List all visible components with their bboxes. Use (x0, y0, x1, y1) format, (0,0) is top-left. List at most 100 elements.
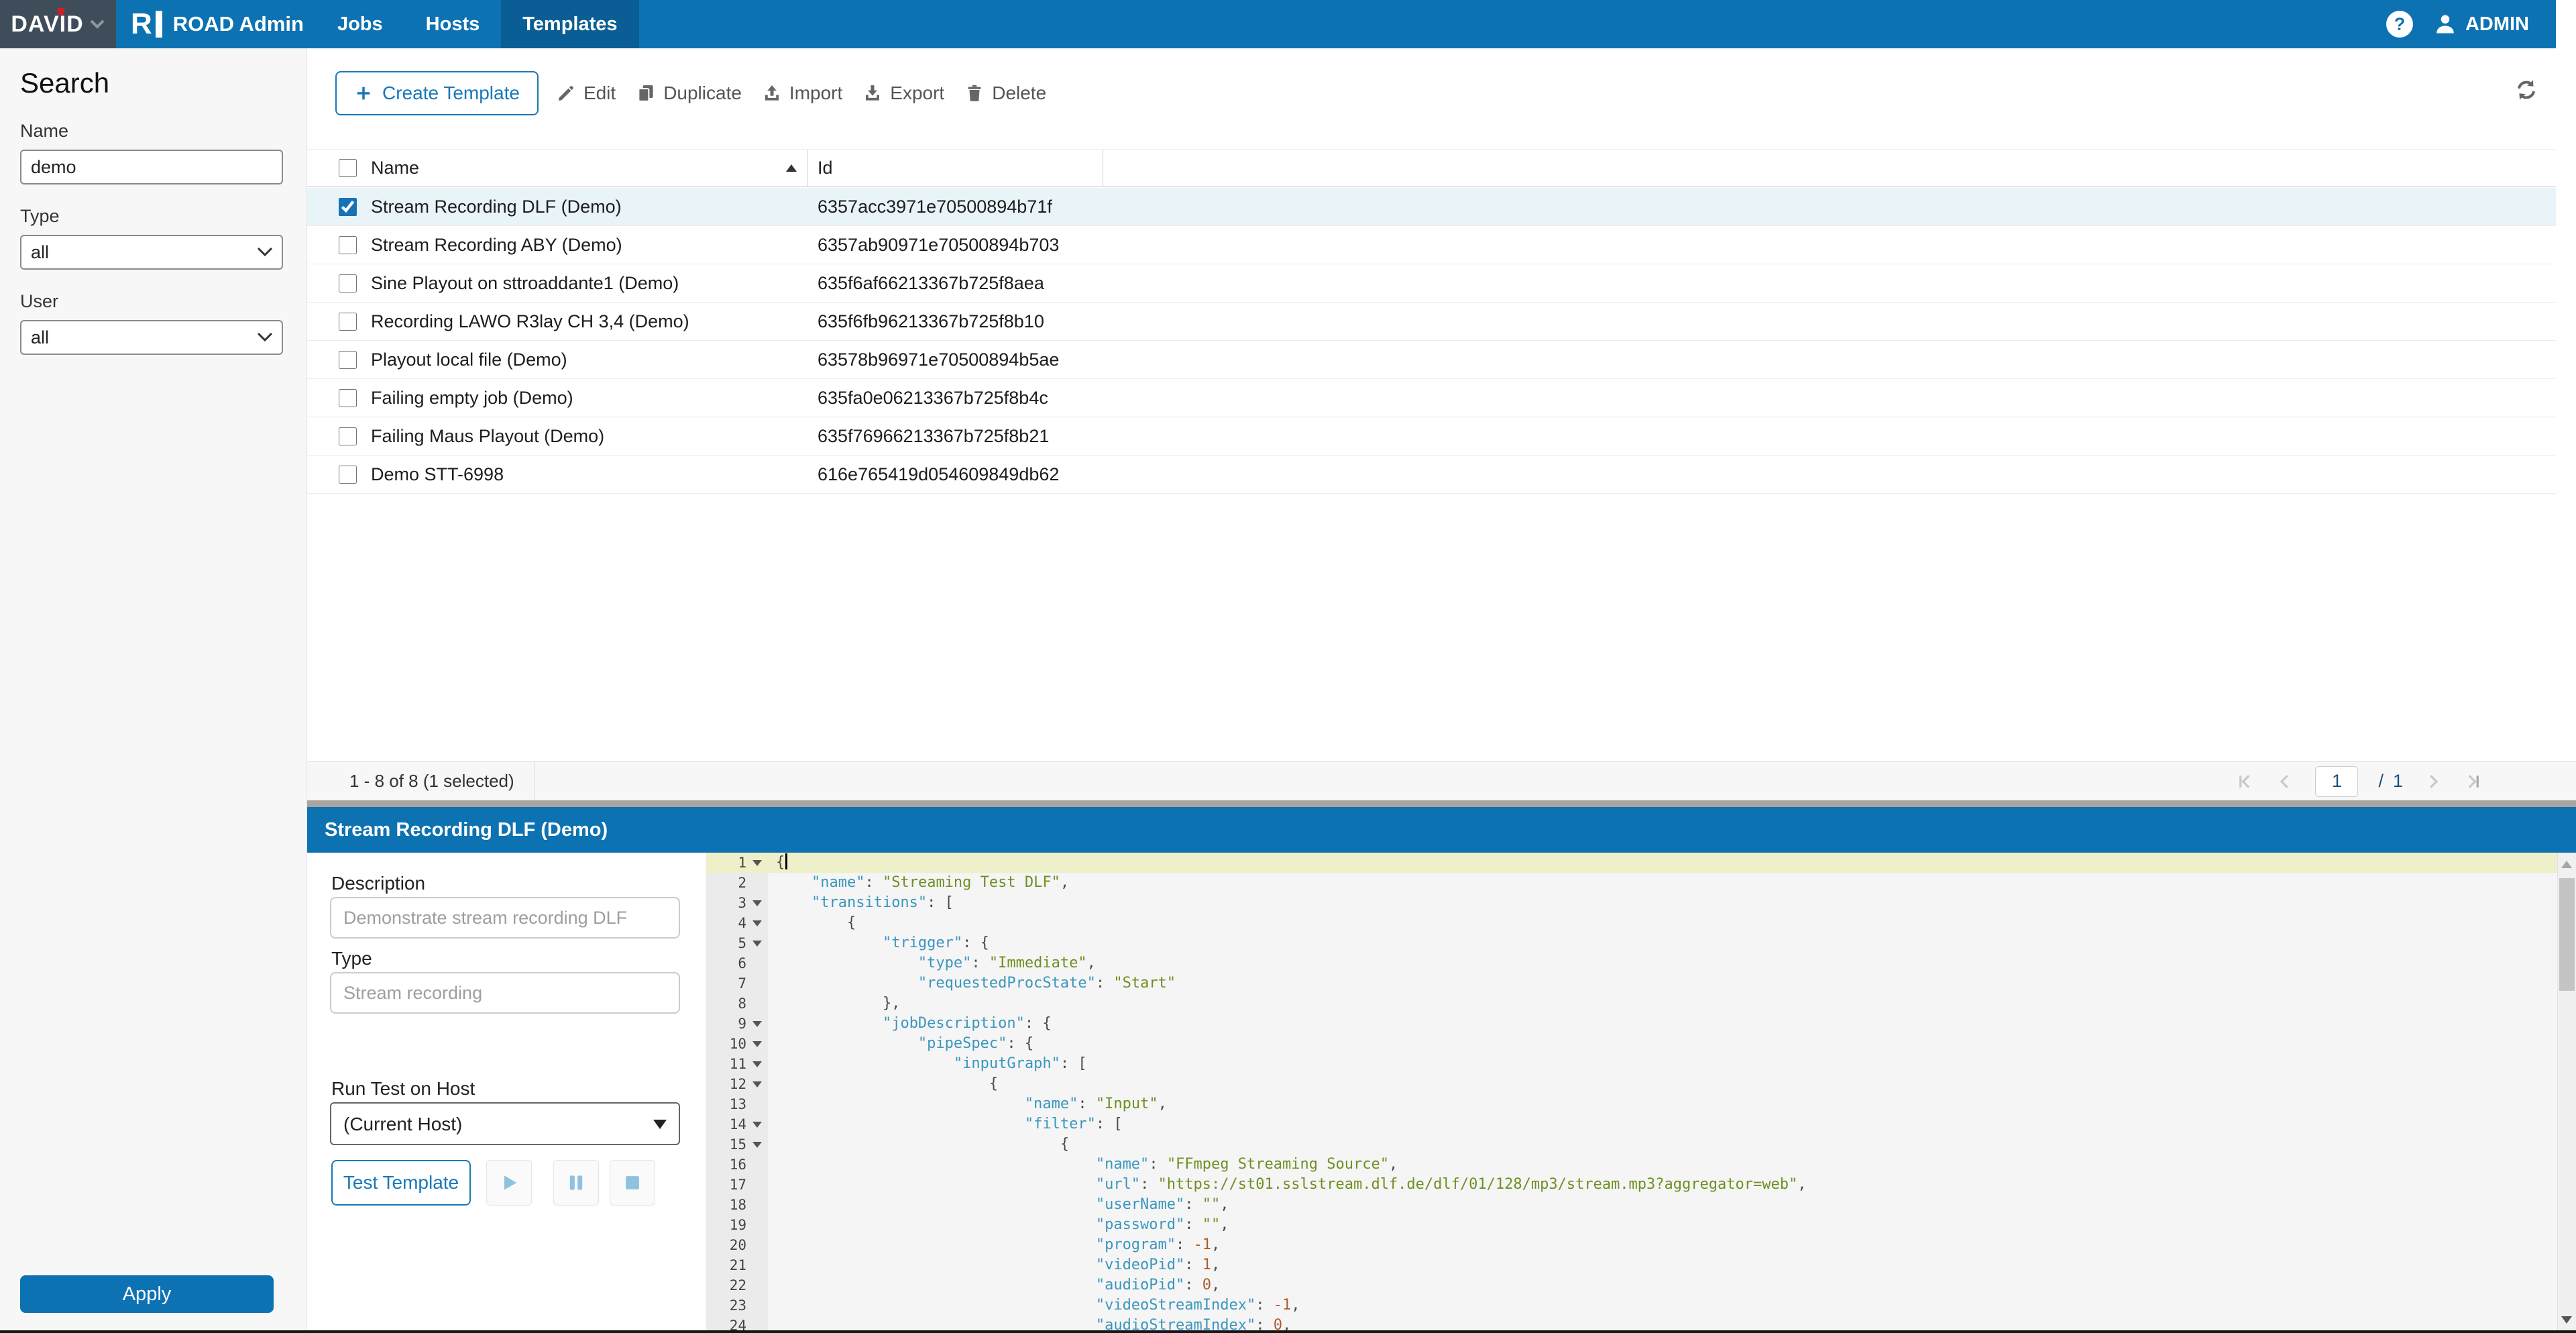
search-title: Search (20, 67, 284, 99)
name-filter-input[interactable] (20, 150, 283, 184)
select-all-cell (307, 159, 371, 177)
toolbar-delete-button[interactable]: Delete (962, 83, 1049, 104)
next-page-button[interactable] (2423, 771, 2443, 792)
code-line[interactable]: 18 "userName": "", (706, 1195, 2557, 1215)
user-menu[interactable]: ADMIN (2433, 12, 2529, 36)
stop-button[interactable] (610, 1160, 655, 1206)
panel-splitter[interactable] (307, 800, 2576, 807)
table-row[interactable]: Stream Recording ABY (Demo)6357ab90971e7… (307, 226, 2576, 264)
fold-icon[interactable] (752, 1021, 762, 1027)
pause-button[interactable] (553, 1160, 599, 1206)
code-line[interactable]: 20 "program": -1, (706, 1235, 2557, 1255)
row-checkbox[interactable] (339, 389, 357, 407)
row-checkbox[interactable] (339, 466, 357, 484)
code-line[interactable]: 1{ (706, 853, 2557, 873)
row-checkbox[interactable] (339, 236, 357, 254)
toolbar-export-button[interactable]: Export (860, 83, 947, 104)
table-row[interactable]: Failing empty job (Demo)635fa0e06213367b… (307, 379, 2576, 417)
help-icon[interactable] (2386, 11, 2413, 38)
create-template-button[interactable]: Create Template (335, 71, 539, 115)
code-line[interactable]: 9 "jobDescription": { (706, 1014, 2557, 1034)
fold-icon[interactable] (752, 1041, 762, 1047)
previous-page-button[interactable] (2275, 771, 2295, 792)
toolbar-duplicate-button[interactable]: Duplicate (633, 83, 744, 104)
table-row[interactable]: Demo STT-6998616e765419d054609849db62 (307, 456, 2576, 494)
toolbar-import-button[interactable]: Import (759, 83, 845, 104)
column-header-id[interactable]: Id (808, 150, 1103, 186)
toolbar-button-label: Duplicate (663, 83, 742, 104)
code-line[interactable]: 2 "name": "Streaming Test DLF", (706, 873, 2557, 893)
code-line[interactable]: 11 "inputGraph": [ (706, 1054, 2557, 1074)
row-checkbox[interactable] (339, 427, 357, 445)
code-line[interactable]: 23 "videoStreamIndex": -1, (706, 1295, 2557, 1316)
last-page-button[interactable] (2463, 771, 2483, 792)
code-line[interactable]: 10 "pipeSpec": { (706, 1034, 2557, 1054)
fold-icon[interactable] (752, 1061, 762, 1067)
refresh-icon[interactable] (2514, 78, 2538, 105)
table-row[interactable]: Sine Playout on sttroaddante1 (Demo)635f… (307, 264, 2576, 303)
code-line[interactable]: 6 "type": "Immediate", (706, 953, 2557, 973)
column-header-name[interactable]: Name (371, 150, 808, 186)
code-line-number: 11 (706, 1054, 768, 1074)
fold-icon[interactable] (752, 920, 762, 926)
code-line[interactable]: 16 "name": "FFmpeg Streaming Source", (706, 1155, 2557, 1175)
david-brand-menu[interactable]: DAVID (0, 0, 116, 48)
row-checkbox[interactable] (339, 313, 357, 331)
user-filter-select[interactable]: all (20, 320, 283, 355)
code-line[interactable]: 14 "filter": [ (706, 1114, 2557, 1134)
row-checkbox[interactable] (339, 351, 357, 369)
code-line[interactable]: 22 "audioPid": 0, (706, 1275, 2557, 1295)
fold-icon[interactable] (752, 1122, 762, 1128)
toolbar-edit-button[interactable]: Edit (553, 83, 618, 104)
select-all-checkbox[interactable] (339, 159, 357, 177)
code-line[interactable]: 7 "requestedProcState": "Start" (706, 973, 2557, 994)
code-line[interactable]: 4 { (706, 913, 2557, 933)
host-select[interactable]: (Current Host) (330, 1102, 680, 1145)
table-row[interactable]: Stream Recording DLF (Demo)6357acc3971e7… (307, 188, 2576, 226)
type-filter-select[interactable]: all (20, 235, 283, 270)
template-type-field[interactable] (330, 972, 680, 1014)
fold-icon[interactable] (752, 1081, 762, 1087)
description-field[interactable] (330, 897, 680, 939)
scroll-down-icon[interactable] (2561, 1316, 2572, 1324)
code-line[interactable]: 5 "trigger": { (706, 933, 2557, 953)
scrollbar-thumb[interactable] (2559, 878, 2575, 991)
code-line[interactable]: 17 "url": "https://st01.sslstream.dlf.de… (706, 1175, 2557, 1195)
fold-icon[interactable] (752, 1142, 762, 1148)
code-line-number: 19 (706, 1215, 768, 1235)
row-checkbox[interactable] (339, 274, 357, 292)
row-name: Stream Recording DLF (Demo) (371, 188, 808, 225)
code-line[interactable]: 15 { (706, 1134, 2557, 1155)
row-name: Recording LAWO R3lay CH 3,4 (Demo) (371, 303, 808, 340)
code-line[interactable]: 12 { (706, 1074, 2557, 1094)
apply-button[interactable]: Apply (20, 1275, 274, 1313)
scroll-up-icon[interactable] (2561, 861, 2572, 868)
row-checkbox[interactable] (339, 198, 357, 216)
play-button[interactable] (486, 1160, 532, 1206)
nav-item-hosts[interactable]: Hosts (404, 0, 502, 48)
code-line[interactable]: 3 "transitions": [ (706, 893, 2557, 913)
code-text: "program": -1, (768, 1235, 1220, 1255)
table-row[interactable]: Playout local file (Demo)63578b96971e705… (307, 341, 2576, 379)
first-page-button[interactable] (2235, 771, 2255, 792)
table-row[interactable]: Recording LAWO R3lay CH 3,4 (Demo)635f6f… (307, 303, 2576, 341)
fold-icon[interactable] (752, 900, 762, 906)
row-name: Failing empty job (Demo) (371, 379, 808, 417)
code-line[interactable]: 24 "audioStreamIndex": 0, (706, 1316, 2557, 1330)
code-line[interactable]: 19 "password": "", (706, 1215, 2557, 1235)
json-code-editor[interactable]: 1{2 "name": "Streaming Test DLF",3 "tran… (706, 853, 2576, 1330)
nav-item-templates[interactable]: Templates (501, 0, 638, 48)
fold-icon[interactable] (752, 860, 762, 866)
code-line[interactable]: 13 "name": "Input", (706, 1094, 2557, 1114)
page-scrollbar-gutter[interactable] (2556, 0, 2576, 761)
code-text: "name": "Input", (768, 1094, 1167, 1114)
fold-icon[interactable] (752, 941, 762, 947)
nav-item-jobs[interactable]: Jobs (316, 0, 404, 48)
table-row[interactable]: Failing Maus Playout (Demo)635f769662133… (307, 417, 2576, 456)
code-line[interactable]: 8 }, (706, 994, 2557, 1014)
code-line[interactable]: 21 "videoPid": 1, (706, 1255, 2557, 1275)
current-page-field[interactable]: 1 (2315, 766, 2358, 797)
road-logo-letter (131, 9, 152, 39)
test-template-button[interactable]: Test Template (331, 1160, 471, 1206)
create-template-label: Create Template (382, 83, 520, 104)
